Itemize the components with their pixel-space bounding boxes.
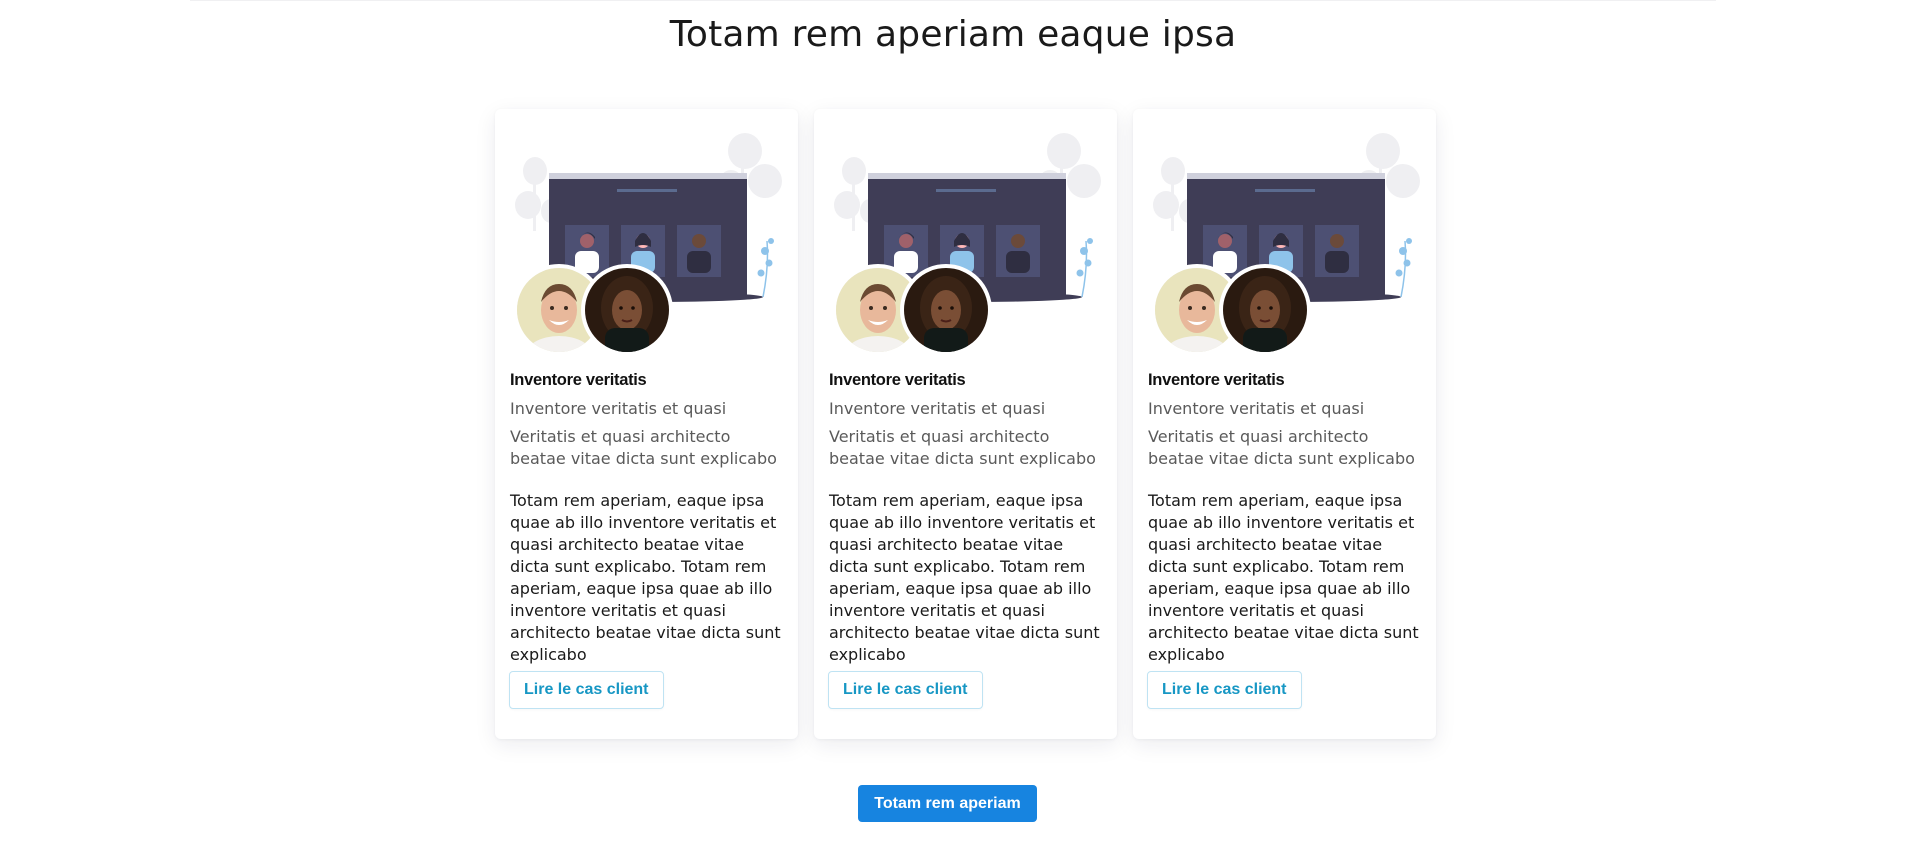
case-study-card: Inventore veritatis Inventore veritatis … [495, 109, 798, 739]
case-study-card: Inventore veritatis Inventore veritatis … [1133, 109, 1436, 739]
card-description: Totam rem aperiam, eaque ipsa quae ab il… [510, 491, 781, 664]
woman-avatar-photo [900, 264, 992, 356]
primary-cta-button[interactable]: Totam rem aperiam [858, 785, 1037, 822]
top-divider [190, 0, 1716, 1]
card-tagline: Veritatis et quasi architecto beatae vit… [829, 427, 1096, 468]
card-subtitle: Inventore veritatis et quasi [510, 399, 727, 418]
case-study-card: Inventore veritatis Inventore veritatis … [814, 109, 1117, 739]
client-avatars [513, 264, 683, 356]
card-description: Totam rem aperiam, eaque ipsa quae ab il… [829, 491, 1100, 664]
card-subtitle: Inventore veritatis et quasi [829, 399, 1046, 418]
card-tagline: Veritatis et quasi architecto beatae vit… [510, 427, 777, 468]
read-case-study-button[interactable]: Lire le cas client [1147, 671, 1302, 709]
card-title: Inventore veritatis [1148, 371, 1285, 389]
card-description: Totam rem aperiam, eaque ipsa quae ab il… [1148, 491, 1419, 664]
card-title: Inventore veritatis [510, 371, 647, 389]
read-case-study-button[interactable]: Lire le cas client [509, 671, 664, 709]
read-case-study-button[interactable]: Lire le cas client [828, 671, 983, 709]
woman-avatar-photo [581, 264, 673, 356]
card-content: Inventore veritatis Inventore veritatis … [829, 371, 1104, 666]
card-tagline: Veritatis et quasi architecto beatae vit… [1148, 427, 1415, 468]
section-title: Totam rem aperiam eaque ipsa [669, 14, 1237, 55]
card-subtitle: Inventore veritatis et quasi [1148, 399, 1365, 418]
card-content: Inventore veritatis Inventore veritatis … [510, 371, 785, 666]
client-avatars [1151, 264, 1321, 356]
case-study-cards: Inventore veritatis Inventore veritatis … [495, 109, 1436, 739]
card-content: Inventore veritatis Inventore veritatis … [1148, 371, 1423, 666]
woman-avatar-photo [1219, 264, 1311, 356]
card-title: Inventore veritatis [829, 371, 966, 389]
client-avatars [832, 264, 1002, 356]
